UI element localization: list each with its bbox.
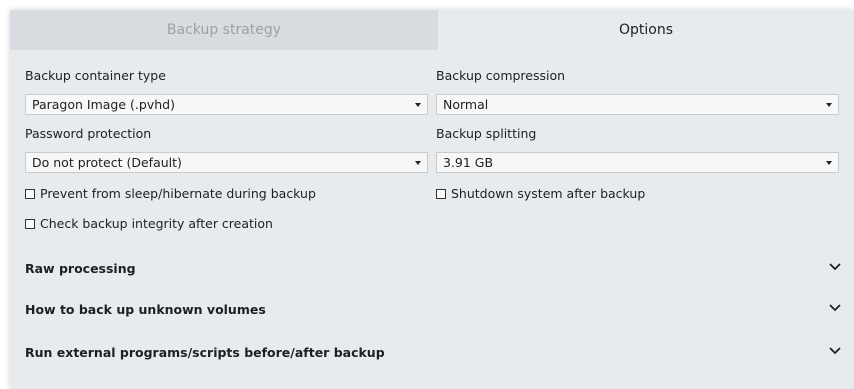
tab-backup-strategy[interactable]: Backup strategy (10, 10, 438, 50)
dropdown-arrow-icon (415, 161, 421, 165)
check-integrity-checkbox[interactable]: Check backup integrity after creation (25, 216, 315, 232)
dropdown-arrow-icon (415, 103, 421, 107)
prevent-sleep-label: Prevent from sleep/hibernate during back… (40, 186, 316, 201)
checkbox-icon[interactable] (25, 219, 35, 229)
prevent-sleep-checkbox[interactable]: Prevent from sleep/hibernate during back… (25, 186, 355, 202)
tab-options[interactable]: Options (438, 10, 854, 50)
password-protection-value: Do not protect (Default) (32, 155, 182, 170)
splitting-label: Backup splitting (436, 126, 537, 141)
compression-label: Backup compression (436, 68, 566, 83)
section-title: Raw processing (25, 261, 136, 276)
shutdown-checkbox[interactable]: Shutdown system after backup (436, 186, 666, 202)
chevron-down-icon[interactable] (829, 347, 841, 355)
shutdown-label: Shutdown system after backup (451, 186, 646, 201)
tab-bar: Backup strategy Options (10, 10, 854, 50)
checkbox-icon[interactable] (25, 189, 35, 199)
dropdown-arrow-icon (826, 103, 832, 107)
dropdown-arrow-icon (826, 161, 832, 165)
container-type-select[interactable]: Paragon Image (.pvhd) (25, 94, 428, 115)
chevron-down-icon[interactable] (829, 263, 841, 271)
splitting-value: 3.91 GB (443, 155, 494, 170)
splitting-select[interactable]: 3.91 GB (436, 152, 839, 173)
section-unknown-volumes[interactable]: How to back up unknown volumes (25, 300, 841, 322)
compression-value: Normal (443, 97, 489, 112)
password-protection-select[interactable]: Do not protect (Default) (25, 152, 428, 173)
section-title: How to back up unknown volumes (25, 302, 266, 317)
checkbox-icon[interactable] (436, 189, 446, 199)
section-raw-processing[interactable]: Raw processing (25, 259, 841, 281)
options-panel: Backup strategy Options Backup container… (10, 10, 854, 389)
container-type-label: Backup container type (25, 68, 166, 83)
container-type-value: Paragon Image (.pvhd) (32, 97, 175, 112)
section-title: Run external programs/scripts before/aft… (25, 345, 385, 360)
password-protection-label: Password protection (25, 126, 152, 141)
chevron-down-icon[interactable] (829, 304, 841, 312)
compression-select[interactable]: Normal (436, 94, 839, 115)
section-external-programs[interactable]: Run external programs/scripts before/aft… (25, 343, 841, 365)
check-integrity-label: Check backup integrity after creation (40, 216, 273, 231)
